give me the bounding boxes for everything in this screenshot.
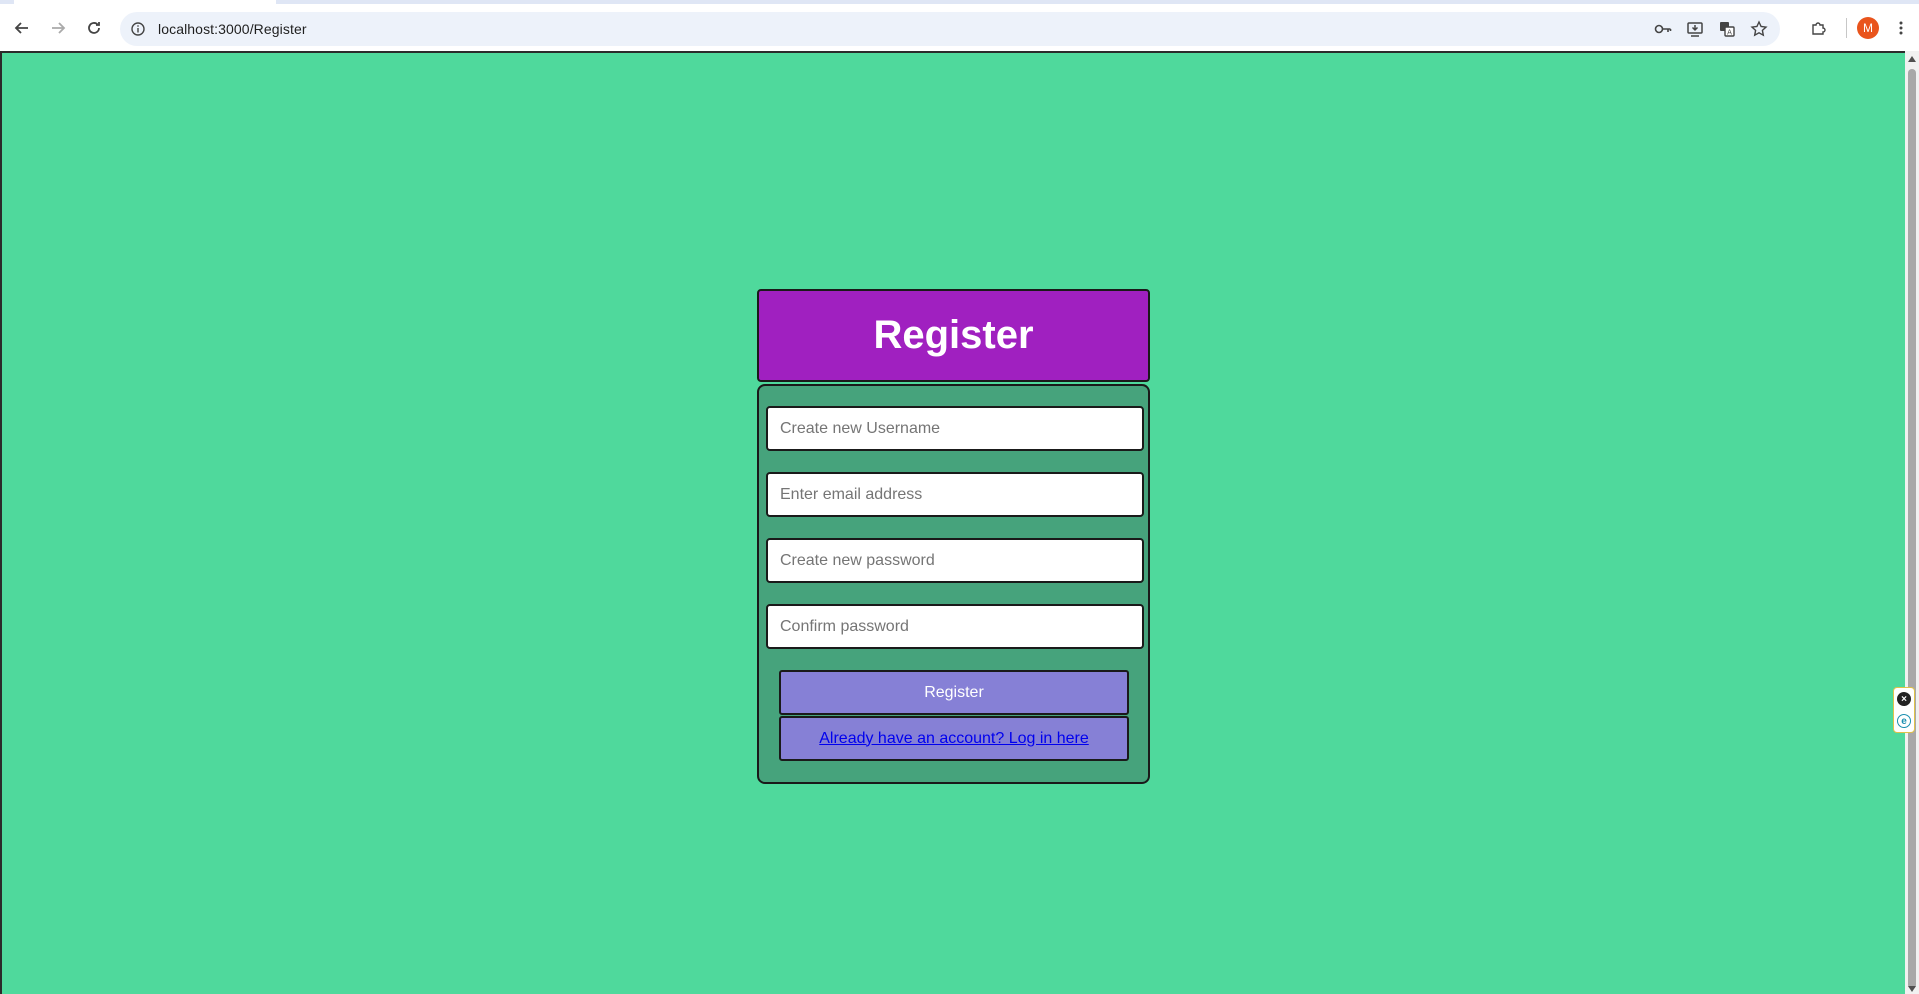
star-icon[interactable]: [1750, 20, 1768, 38]
extension-e-icon[interactable]: e: [1897, 714, 1911, 728]
url-text[interactable]: localhost:3000/Register: [158, 21, 307, 37]
info-icon[interactable]: [130, 21, 146, 37]
login-link[interactable]: Already have an account? Log in here: [819, 730, 1089, 748]
key-icon[interactable]: [1654, 20, 1672, 38]
browser-toolbar: localhost:3000/Register A M: [0, 4, 1919, 51]
side-extension-widget: × e: [1893, 687, 1915, 733]
puzzle-icon[interactable]: [1800, 10, 1836, 46]
register-form: Register Already have an account? Log in…: [757, 384, 1150, 784]
page-title: Register: [873, 313, 1034, 357]
forward-arrow-icon[interactable]: [40, 10, 76, 46]
address-bar[interactable]: localhost:3000/Register A: [120, 12, 1780, 46]
close-icon[interactable]: ×: [1897, 692, 1911, 706]
reload-icon[interactable]: [76, 10, 112, 46]
email-input[interactable]: [766, 472, 1144, 517]
password-input[interactable]: [766, 538, 1144, 583]
username-input[interactable]: [766, 406, 1144, 451]
svg-text:A: A: [1727, 29, 1732, 37]
scroll-up-arrow-icon[interactable]: [1908, 56, 1916, 62]
scrollbar[interactable]: [1905, 51, 1919, 994]
install-app-icon[interactable]: [1686, 20, 1704, 38]
scrollbar-thumb[interactable]: [1908, 69, 1916, 989]
scroll-down-arrow-icon[interactable]: [1908, 986, 1916, 992]
login-link-button[interactable]: Already have an account? Log in here: [779, 716, 1129, 761]
back-arrow-icon[interactable]: [4, 10, 40, 46]
kebab-menu-icon[interactable]: [1883, 10, 1919, 46]
translate-icon[interactable]: A: [1718, 20, 1736, 38]
register-button[interactable]: Register: [779, 670, 1129, 715]
register-header: Register: [757, 289, 1150, 382]
toolbar-divider: [1846, 18, 1847, 38]
confirm-password-input[interactable]: [766, 604, 1144, 649]
avatar[interactable]: M: [1857, 17, 1879, 39]
